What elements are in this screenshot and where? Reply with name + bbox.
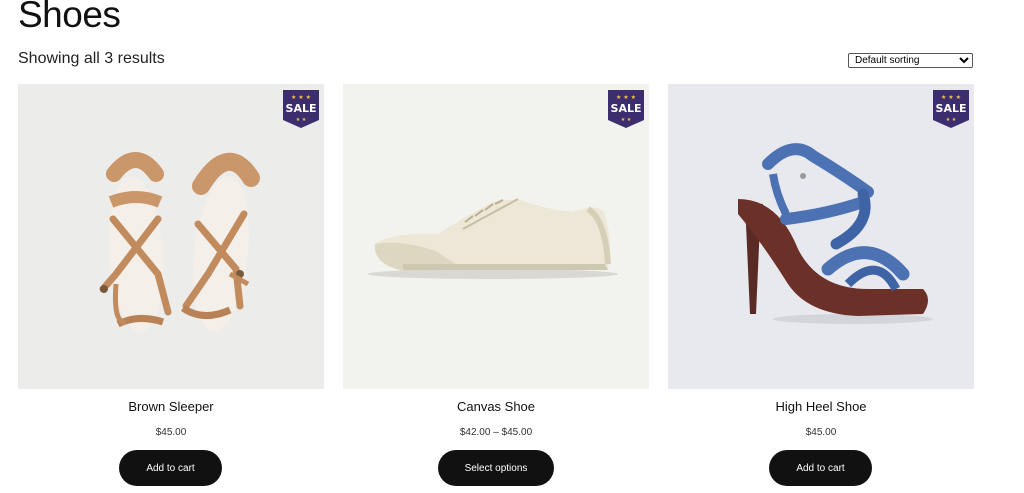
product-name[interactable]: Canvas Shoe [343, 399, 649, 414]
product-image-link[interactable]: ★ ★ ★ SALE ★ ★ [668, 84, 974, 389]
product-price: $45.00 [805, 427, 837, 438]
product-card: ★ ★ ★ SALE ★ ★ High Heel Shoe $45.00 Add… [668, 84, 974, 493]
svg-text:SALE: SALE [286, 102, 317, 115]
svg-text:★ ★: ★ ★ [621, 117, 632, 123]
sorting-select[interactable]: Default sorting [848, 53, 973, 68]
product-price: $45.00 [155, 427, 187, 438]
sale-badge-icon: ★ ★ ★ SALE ★ ★ [283, 90, 319, 128]
svg-text:★ ★ ★: ★ ★ ★ [941, 94, 961, 101]
svg-text:SALE: SALE [936, 102, 967, 115]
svg-text:★ ★: ★ ★ [946, 117, 957, 123]
product-card: ★ ★ ★ SALE ★ ★ Brown Sleeper $45.00 Add … [18, 84, 324, 493]
sale-badge-icon: ★ ★ ★ SALE ★ ★ [933, 90, 969, 128]
product-card: ★ ★ ★ SALE ★ ★ Canvas Shoe $42.00 – $45.… [343, 84, 649, 493]
product-price: $42.00 – $45.00 [459, 427, 533, 438]
high-heel-image [738, 143, 933, 324]
product-image-link[interactable]: ★ ★ ★ SALE ★ ★ [343, 84, 649, 389]
sandals-image [99, 152, 260, 332]
sale-badge-icon: ★ ★ ★ SALE ★ ★ [608, 90, 644, 128]
product-name[interactable]: Brown Sleeper [18, 399, 324, 414]
product-name[interactable]: High Heel Shoe [668, 399, 974, 414]
add-to-cart-button[interactable]: Add to cart [119, 450, 222, 486]
product-image-link[interactable]: ★ ★ ★ SALE ★ ★ [18, 84, 324, 389]
select-options-button[interactable]: Select options [438, 450, 554, 486]
svg-text:★ ★: ★ ★ [296, 117, 307, 123]
add-to-cart-button[interactable]: Add to cart [769, 450, 872, 486]
sneaker-image [368, 198, 618, 279]
svg-text:★ ★ ★: ★ ★ ★ [616, 94, 636, 101]
svg-text:★ ★ ★: ★ ★ ★ [291, 94, 311, 101]
svg-text:SALE: SALE [611, 102, 642, 115]
page-title: Shoes [18, 0, 121, 35]
result-count: Showing all 3 results [18, 50, 165, 67]
